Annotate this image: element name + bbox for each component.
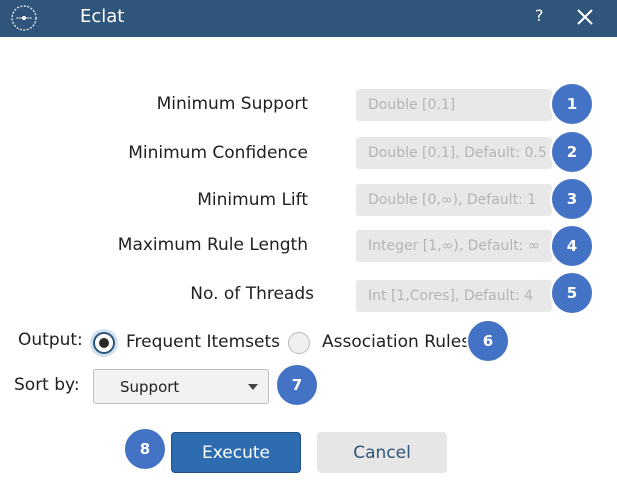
min-confidence-input[interactable]: Double [0,1], Default: 0.5	[356, 137, 552, 169]
callout-badge-4: 4	[550, 224, 594, 268]
output-label: Output:	[18, 330, 83, 350]
callout-badge-2: 2	[550, 130, 594, 174]
threads-label: No. of Threads	[190, 284, 314, 304]
min-support-label: Minimum Support	[156, 94, 308, 114]
chevron-down-icon	[248, 384, 258, 390]
help-button[interactable]: ?	[535, 6, 544, 25]
callout-badge-1: 1	[550, 82, 594, 126]
callout-badge-8: 8	[123, 427, 167, 471]
threads-input[interactable]: Int [1,Cores], Default: 4	[356, 280, 552, 312]
callout-badge-6: 6	[466, 319, 510, 363]
sort-by-dropdown[interactable]: Support	[93, 369, 269, 404]
frequent-itemsets-label[interactable]: Frequent Itemsets	[126, 332, 280, 352]
min-support-input[interactable]: Double [0,1]	[356, 89, 552, 121]
callout-badge-5: 5	[550, 271, 594, 315]
callout-badge-7: 7	[275, 363, 319, 407]
max-rule-length-input[interactable]: Integer [1,∞), Default: ∞	[356, 230, 552, 262]
association-rules-radio[interactable]	[288, 332, 310, 354]
close-icon[interactable]	[573, 3, 597, 31]
sort-by-label: Sort by:	[14, 375, 80, 395]
execute-button[interactable]: Execute	[171, 432, 301, 473]
window-title: Eclat	[80, 6, 125, 27]
radio-selected-dot	[99, 338, 109, 348]
title-bar: Eclat ?	[0, 0, 617, 37]
association-rules-label[interactable]: Association Rules	[322, 332, 470, 352]
app-logo-icon	[11, 5, 37, 31]
cancel-button[interactable]: Cancel	[317, 432, 447, 473]
min-lift-input[interactable]: Double [0,∞), Default: 1	[356, 184, 552, 216]
max-rule-length-label: Maximum Rule Length	[117, 235, 308, 255]
sort-by-value: Support	[120, 378, 180, 396]
min-confidence-label: Minimum Confidence	[128, 143, 308, 163]
frequent-itemsets-radio[interactable]	[93, 332, 115, 354]
callout-badge-3: 3	[550, 177, 594, 221]
min-lift-label: Minimum Lift	[197, 190, 308, 210]
